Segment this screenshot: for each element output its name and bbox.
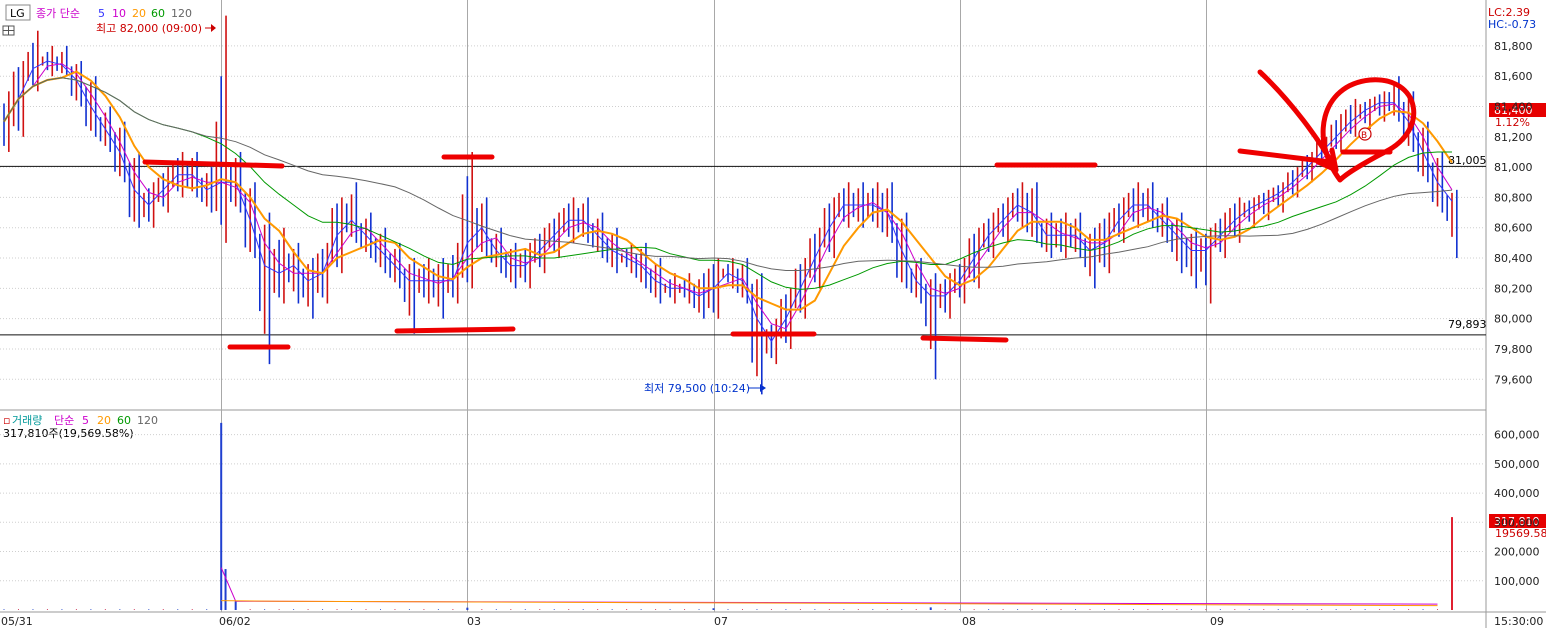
- x-tick-5: 09: [1210, 615, 1224, 628]
- price-legend-60: 60: [151, 7, 165, 20]
- support-label: 79,893: [1448, 318, 1487, 331]
- price-tick-label: 81,200: [1494, 131, 1533, 144]
- volume-marker-icon: ▫: [3, 414, 10, 427]
- price-legend-title: 종가 단순: [36, 7, 80, 20]
- price-legend-20: 20: [132, 7, 146, 20]
- x-tick-0: 05/31: [1, 615, 33, 628]
- x-tick-2: 03: [467, 615, 481, 628]
- price-tick-label: 79,800: [1494, 343, 1533, 356]
- x-tick-1: 06/02: [219, 615, 251, 628]
- stock-chart: LG 종가 단순 5 10 20 60 120 최고 82,000 (09:00…: [0, 0, 1546, 628]
- volume-legend-20: 20: [97, 414, 111, 427]
- price-tick-label: 80,000: [1494, 313, 1533, 326]
- price-tick-label: 80,800: [1494, 191, 1533, 204]
- price-legend-10: 10: [112, 7, 126, 20]
- price-tick-label: 81,000: [1494, 161, 1533, 174]
- volume-legend-title: 거래량: [12, 414, 42, 427]
- resistance-label: 81,005: [1448, 154, 1487, 167]
- x-tick-4: 08: [962, 615, 976, 628]
- annotation-support-line-2: [394, 326, 516, 334]
- x-tick-3: 07: [714, 615, 728, 628]
- low-marker-label: 최저 79,500 (10:24): [644, 382, 750, 395]
- ticker-label: LG: [10, 7, 25, 20]
- hc-readout: HC:-0.73: [1488, 18, 1536, 31]
- volume-legend-ma: 단순: [54, 414, 74, 427]
- volume-current-line: 317,810주(19,569.58%): [3, 427, 134, 440]
- volume-tick-label: 600,000: [1494, 429, 1540, 442]
- volume-legend-5: 5: [82, 414, 89, 427]
- price-tick-label: 81,600: [1494, 70, 1533, 83]
- annotation-support-line-4: [920, 335, 1009, 343]
- volume-legend-60: 60: [117, 414, 131, 427]
- price-tick-label: 79,600: [1494, 373, 1533, 386]
- chart-background: [0, 0, 1546, 628]
- volume-tick-label: 200,000: [1494, 546, 1540, 559]
- price-tick-label: 80,200: [1494, 282, 1533, 295]
- price-legend-120: 120: [171, 7, 192, 20]
- price-tick-label: 81,400: [1494, 101, 1533, 114]
- volume-tick-label: 300,000: [1494, 516, 1540, 529]
- price-legend-5: 5: [98, 7, 105, 20]
- current-change-label: 1.12%: [1495, 116, 1530, 129]
- high-marker-label: 최고 82,000 (09:00): [96, 22, 202, 35]
- price-tick-label: 81,800: [1494, 40, 1533, 53]
- volume-tick-label: 400,000: [1494, 487, 1540, 500]
- volume-tick-label: 100,000: [1494, 575, 1540, 588]
- time-label: 15:30:00: [1494, 615, 1543, 628]
- volume-tick-label: 500,000: [1494, 458, 1540, 471]
- buy-signal-label: B: [1361, 131, 1367, 141]
- volume-legend-120: 120: [137, 414, 158, 427]
- price-tick-label: 80,400: [1494, 252, 1533, 265]
- price-tick-label: 80,600: [1494, 222, 1533, 235]
